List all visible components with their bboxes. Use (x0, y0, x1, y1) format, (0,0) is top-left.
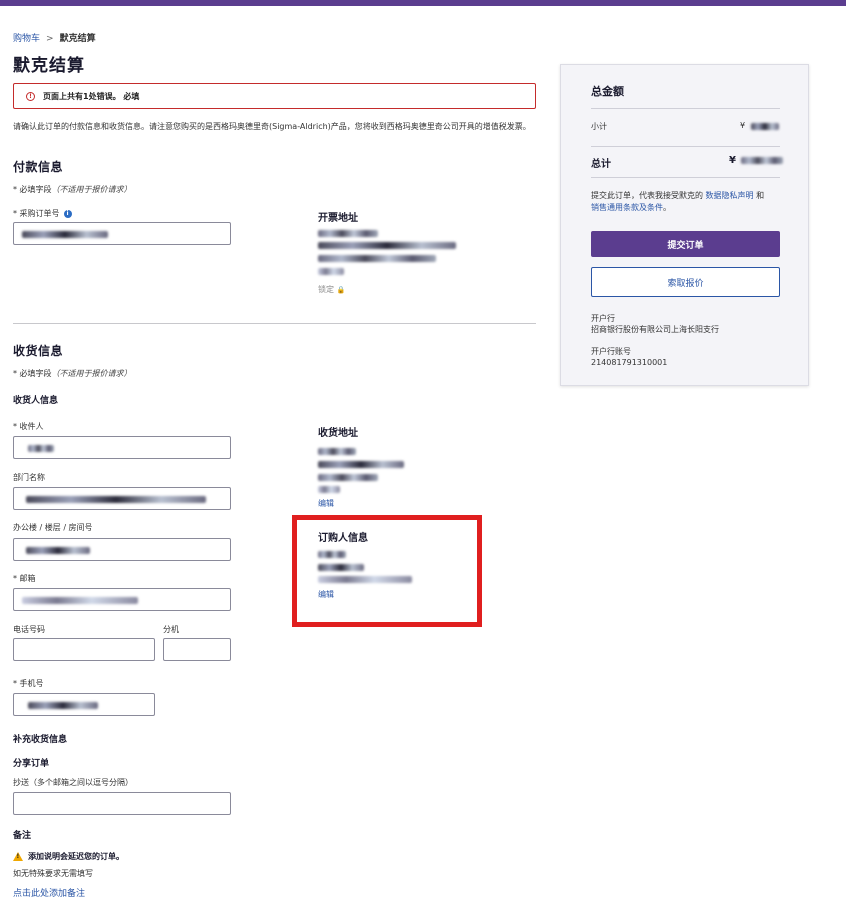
supplementary-info-heading: 补充收货信息 (13, 735, 68, 745)
summary-heading: 总金额 (591, 85, 624, 98)
terms-and: 和 (753, 191, 765, 200)
required-note-text: * 必填字段 (13, 185, 52, 194)
currency-symbol: ¥ (729, 155, 736, 166)
payment-heading: 付款信息 (13, 160, 64, 174)
add-note-link[interactable]: 点击此处添加备注 (13, 886, 85, 899)
request-quote-button[interactable]: 索取报价 (591, 267, 780, 297)
po-label-text: * 采购订单号 (13, 209, 60, 218)
orderer-info-heading: 订购人信息 (318, 533, 368, 544)
edit-shipping-address-link[interactable]: 编辑 (318, 498, 334, 509)
summary-divider (591, 146, 780, 147)
redacted-value (26, 496, 206, 503)
bank-value: 招商银行股份有限公司上海长阳支行 (591, 325, 719, 334)
recipient-info-heading: 收货人信息 (13, 396, 59, 406)
recipient-label: * 收件人 (13, 422, 44, 431)
department-label: 部门名称 (13, 473, 45, 482)
subtotal-value: ¥ (740, 121, 745, 130)
summary-divider (591, 177, 780, 178)
subtotal-label: 小计 (591, 122, 607, 131)
cc-label: 抄送（多个邮箱之间以逗号分隔） (13, 778, 133, 787)
redacted-value (28, 702, 98, 709)
privacy-statement-link[interactable]: 数据隐私声明 (706, 191, 754, 200)
bank-label: 开户行 (591, 314, 615, 323)
extension-input[interactable] (163, 638, 231, 661)
error-banner: ! 页面上共有1处错误。 必填 (13, 83, 536, 109)
error-banner-text: 页面上共有1处错误。 必填 (43, 91, 140, 101)
total-label: 总计 (591, 159, 611, 170)
edit-orderer-info-link[interactable]: 编辑 (318, 589, 334, 600)
breadcrumb-separator: > (46, 34, 54, 44)
lock-icon: 🔒 (336, 286, 346, 294)
terms-text: 提交此订单，代表我接受默克的 数据隐私声明 和销售通用条款及条件。 (591, 190, 785, 214)
notes-hint: 如无特殊要求无需填写 (13, 869, 93, 878)
terms-prefix: 提交此订单，代表我接受默克的 (591, 191, 706, 200)
recipient-input[interactable] (13, 436, 231, 459)
office-input[interactable] (13, 538, 231, 561)
mobile-input[interactable] (13, 693, 155, 716)
shipping-required-note: * 必填字段（不适用于报价请求） (13, 368, 132, 379)
account-label: 开户行账号 (591, 347, 631, 356)
mobile-label: * 手机号 (13, 679, 44, 688)
shipping-heading: 收货信息 (13, 344, 64, 358)
email-input[interactable] (13, 588, 231, 611)
submit-order-button[interactable]: 提交订单 (591, 231, 780, 257)
required-note-italic: （不适用于报价请求） (51, 185, 132, 194)
phone-label: 电话号码 (13, 625, 45, 634)
order-summary-panel: 总金额 小计 ¥ 总计 ¥ 提交此订单，代表我接受默克的 数据隐私声明 和销售通… (560, 64, 809, 386)
shipping-address-heading: 收货地址 (318, 428, 358, 439)
redacted-value (22, 597, 138, 604)
breadcrumb-cart-link[interactable]: 购物车 (13, 34, 40, 44)
subtotal-redacted (751, 123, 779, 130)
payment-required-note: * 必填字段（不适用于报价请求） (13, 184, 132, 195)
department-input[interactable] (13, 487, 231, 510)
billing-address-heading: 开票地址 (318, 213, 358, 224)
warning-icon-glyph: ! (16, 853, 20, 860)
email-label: * 邮箱 (13, 574, 36, 583)
breadcrumb-current: 默克结算 (59, 34, 96, 44)
notes-heading: 备注 (13, 831, 32, 841)
breadcrumb: 购物车 > 默克结算 (13, 31, 96, 44)
cc-email-input[interactable] (13, 792, 231, 815)
total-value: ¥ (729, 155, 736, 166)
account-value: 214081791310001 (591, 358, 668, 367)
total-redacted (741, 157, 783, 164)
required-note-italic: （不适用于报价请求） (51, 369, 132, 378)
locked-label: 锁定 (318, 285, 334, 294)
po-number-label: * 采购订单号 i (13, 208, 72, 219)
terms-suffix: 。 (663, 203, 671, 212)
intro-text: 请确认此订单的付款信息和收货信息。请注意您购买的是西格玛奥德里奇(Sigma-A… (13, 122, 531, 131)
warning-icon: ! (13, 852, 23, 861)
page-title: 默克结算 (13, 56, 85, 76)
currency-symbol: ¥ (740, 121, 746, 130)
redacted-value (22, 231, 108, 238)
warning-text: 添加说明会延迟您的订单。 (28, 852, 124, 861)
summary-divider (591, 108, 780, 109)
locked-indicator: 锁定 🔒 (318, 284, 345, 295)
required-note-text: * 必填字段 (13, 369, 52, 378)
share-order-heading: 分享订单 (13, 759, 50, 769)
top-brand-bar (0, 0, 846, 6)
redacted-value (28, 445, 54, 452)
redacted-value (26, 547, 90, 554)
notes-warning: ! 添加说明会延迟您的订单。 (13, 851, 124, 862)
office-label: 办公楼 / 楼层 / 房间号 (13, 523, 93, 532)
section-divider (13, 323, 536, 324)
extension-label: 分机 (163, 625, 179, 634)
error-icon: ! (26, 91, 35, 101)
po-number-input[interactable] (13, 222, 231, 245)
info-icon[interactable]: i (63, 209, 72, 218)
phone-input[interactable] (13, 638, 155, 661)
sales-terms-link[interactable]: 销售通用条款及条件 (591, 203, 663, 212)
